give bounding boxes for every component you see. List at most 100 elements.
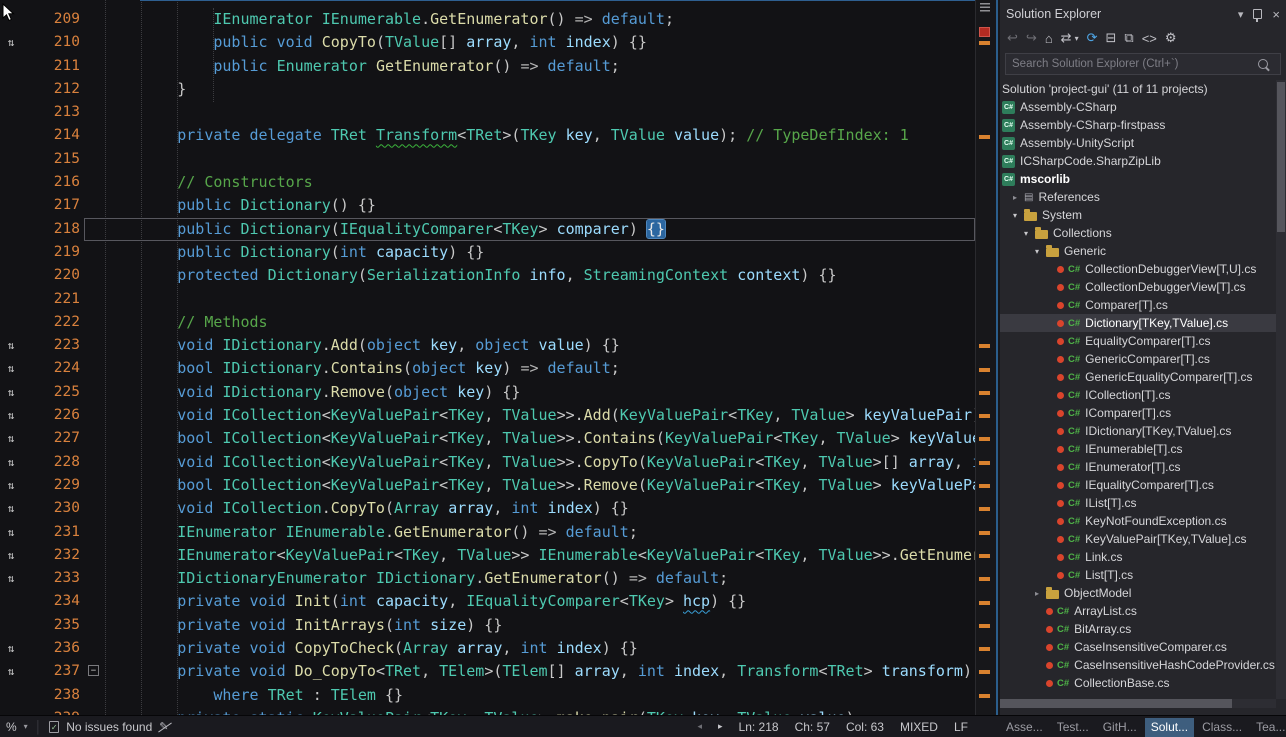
tree-item-collectiondebuggerview-t-cs[interactable]: C#CollectionDebuggerView[T].cs bbox=[1000, 278, 1276, 296]
gutter-arrows-icon[interactable]: ⇅ bbox=[0, 637, 22, 660]
code-line-215[interactable]: 215 bbox=[0, 148, 975, 171]
code-line-214[interactable]: 214 private delegate TRet Transform<TRet… bbox=[0, 124, 975, 147]
code-line-239[interactable]: 239 private static KeyValuePair<TKey, TV… bbox=[0, 707, 975, 715]
copy-button[interactable]: ⧉ bbox=[1124, 30, 1133, 46]
gutter-arrows-icon[interactable]: ⇅ bbox=[0, 497, 22, 520]
code-line-229[interactable]: ⇅229 bool ICollection<KeyValuePair<TKey,… bbox=[0, 474, 975, 497]
code-line-211[interactable]: 211 public Enumerator GetEnumerator() =>… bbox=[0, 55, 975, 78]
fold-collapse-icon[interactable]: − bbox=[88, 665, 99, 676]
editor-scrollbar[interactable] bbox=[975, 0, 993, 715]
tree-item-generic[interactable]: ▾Generic bbox=[1000, 242, 1276, 260]
gutter-arrows-icon[interactable]: ⇅ bbox=[0, 381, 22, 404]
tree-item-equalitycomparer-t-cs[interactable]: C#EqualityComparer[T].cs bbox=[1000, 332, 1276, 350]
forward-button[interactable]: ↪ bbox=[1026, 30, 1037, 46]
gutter-arrows-icon[interactable]: ⇅ bbox=[0, 474, 22, 497]
tree-horizontal-scrollbar[interactable] bbox=[1000, 699, 1276, 708]
code-line-227[interactable]: ⇅227 bool ICollection<KeyValuePair<TKey,… bbox=[0, 427, 975, 450]
tree-item-caseinsensitivehashcodeprovider-cs[interactable]: C#CaseInsensitiveHashCodeProvider.cs bbox=[1000, 656, 1276, 674]
search-input[interactable] bbox=[1006, 58, 1258, 70]
gutter-arrows-icon[interactable]: ⇅ bbox=[0, 521, 22, 544]
code-line-234[interactable]: 234 private void Init(int capacity, IEqu… bbox=[0, 590, 975, 613]
panel-splitter[interactable] bbox=[993, 0, 1000, 715]
gutter-arrows-icon[interactable]: ⇅ bbox=[0, 544, 22, 567]
code-line-231[interactable]: ⇅231 IEnumerator IEnumerable.GetEnumerat… bbox=[0, 521, 975, 544]
code-line-223[interactable]: ⇅223 void IDictionary.Add(object key, ob… bbox=[0, 334, 975, 357]
tree-item-genericequalitycomparer-t-cs[interactable]: C#GenericEqualityComparer[T].cs bbox=[1000, 368, 1276, 386]
code-line-235[interactable]: 235 private void InitArrays(int size) {} bbox=[0, 614, 975, 637]
tree-item-iequalitycomparer-t-cs[interactable]: C#IEqualityComparer[T].cs bbox=[1000, 476, 1276, 494]
tree-item-mscorlib[interactable]: C#mscorlib bbox=[1000, 170, 1276, 188]
encoding-indicator[interactable]: MIXED bbox=[900, 720, 938, 734]
tree-item-keynotfoundexception-cs[interactable]: C#KeyNotFoundException.cs bbox=[1000, 512, 1276, 530]
zoom-control[interactable]: % bbox=[6, 720, 17, 734]
dropdown-caret-icon[interactable]: ▾ bbox=[1075, 34, 1079, 43]
tree-item-ienumerator-t-cs[interactable]: C#IEnumerator[T].cs bbox=[1000, 458, 1276, 476]
tool-tab-asse[interactable]: Asse... bbox=[1000, 718, 1049, 737]
code-line-225[interactable]: ⇅225 void IDictionary.Remove(object key)… bbox=[0, 381, 975, 404]
tree-item-idictionary-tkey-tvalue-cs[interactable]: C#IDictionary[TKey,TValue].cs bbox=[1000, 422, 1276, 440]
refresh-button[interactable]: ⟳ bbox=[1087, 30, 1098, 46]
tree-vertical-scrollbar[interactable] bbox=[1276, 80, 1286, 699]
scroll-left-icon[interactable]: ◂ bbox=[697, 721, 702, 732]
tree-item-collections[interactable]: ▾Collections bbox=[1000, 224, 1276, 242]
collapsed-arrow-icon[interactable]: ▸ bbox=[1035, 589, 1046, 598]
tree-item-system[interactable]: ▾System bbox=[1000, 206, 1276, 224]
code-line-210[interactable]: ⇅210 public void CopyTo(TValue[] array, … bbox=[0, 31, 975, 54]
tree-item-ienumerable-t-cs[interactable]: C#IEnumerable[T].cs bbox=[1000, 440, 1276, 458]
tree-item-ilist-t-cs[interactable]: C#IList[T].cs bbox=[1000, 494, 1276, 512]
code-line-212[interactable]: 212 } bbox=[0, 78, 975, 101]
tree-item-icollection-t-cs[interactable]: C#ICollection[T].cs bbox=[1000, 386, 1276, 404]
gutter-arrows-icon[interactable]: ⇅ bbox=[0, 451, 22, 474]
view-code-button[interactable]: <> bbox=[1142, 31, 1157, 46]
tree-item-assembly-csharp-firstpass[interactable]: C#Assembly-CSharp-firstpass bbox=[1000, 116, 1276, 134]
tree-item-solution-project-gui-11-of-11-projects[interactable]: Solution 'project-gui' (11 of 11 project… bbox=[1000, 80, 1276, 98]
code-line-236[interactable]: ⇅236 private void CopyToCheck(Array arra… bbox=[0, 637, 975, 660]
expanded-arrow-icon[interactable]: ▾ bbox=[1013, 211, 1024, 220]
code-line-219[interactable]: 219 public Dictionary(int capacity) {} bbox=[0, 241, 975, 264]
tree-item-assembly-unityscript[interactable]: C#Assembly-UnityScript bbox=[1000, 134, 1276, 152]
window-menu-icon[interactable]: ▾ bbox=[1238, 8, 1244, 21]
home-button[interactable]: ⌂ bbox=[1045, 31, 1053, 46]
back-button[interactable]: ↩ bbox=[1007, 30, 1018, 46]
tree-item-collectiondebuggerview-t-u-cs[interactable]: C#CollectionDebuggerView[T,U].cs bbox=[1000, 260, 1276, 278]
gutter-arrows-icon[interactable]: ⇅ bbox=[0, 31, 22, 54]
code-line-220[interactable]: 220 protected Dictionary(SerializationIn… bbox=[0, 264, 975, 287]
code-line-224[interactable]: ⇅224 bool IDictionary.Contains(object ke… bbox=[0, 357, 975, 380]
code-line-238[interactable]: 238 where TRet : TElem {} bbox=[0, 684, 975, 707]
code-line-217[interactable]: 217 public Dictionary() {} bbox=[0, 194, 975, 217]
tool-tab-solut[interactable]: Solut... bbox=[1145, 718, 1194, 737]
tree-item-arraylist-cs[interactable]: C#ArrayList.cs bbox=[1000, 602, 1276, 620]
zoom-caret-icon[interactable]: ▾ bbox=[24, 722, 28, 731]
code-line-221[interactable]: 221 bbox=[0, 288, 975, 311]
code-line-213[interactable]: 213 bbox=[0, 101, 975, 124]
solution-explorer-titlebar[interactable]: Solution Explorer ▾ × bbox=[1000, 0, 1286, 26]
code-line-230[interactable]: ⇅230 void ICollection.CopyTo(Array array… bbox=[0, 497, 975, 520]
line-indicator[interactable]: Ln: 218 bbox=[739, 720, 779, 734]
char-indicator[interactable]: Ch: 57 bbox=[795, 720, 830, 734]
gutter-arrows-icon[interactable]: ⇅ bbox=[0, 660, 22, 683]
sync-with-active-document-button[interactable]: ⇄ bbox=[1061, 30, 1072, 46]
tree-item-icomparer-t-cs[interactable]: C#IComparer[T].cs bbox=[1000, 404, 1276, 422]
code-line-233[interactable]: ⇅233 IDictionaryEnumerator IDictionary.G… bbox=[0, 567, 975, 590]
gutter-arrows-icon[interactable]: ⇅ bbox=[0, 567, 22, 590]
tool-tab-class[interactable]: Class... bbox=[1196, 718, 1248, 737]
column-indicator[interactable]: Col: 63 bbox=[846, 720, 884, 734]
issues-status[interactable]: No issues found bbox=[66, 720, 152, 734]
tree-item-list-t-cs[interactable]: C#List[T].cs bbox=[1000, 566, 1276, 584]
gutter-arrows-icon[interactable]: ⇅ bbox=[0, 334, 22, 357]
tree-item-caseinsensitivecomparer-cs[interactable]: C#CaseInsensitiveComparer.cs bbox=[1000, 638, 1276, 656]
tree-item-references[interactable]: ▸▤References bbox=[1000, 188, 1276, 206]
expanded-arrow-icon[interactable]: ▾ bbox=[1024, 229, 1035, 238]
code-editor[interactable]: 209 IEnumerator IEnumerable.GetEnumerato… bbox=[0, 0, 975, 715]
tree-item-link-cs[interactable]: C#Link.cs bbox=[1000, 548, 1276, 566]
scroll-thumb[interactable] bbox=[1277, 82, 1285, 232]
tool-tab-tea[interactable]: Tea... bbox=[1250, 718, 1286, 737]
code-line-237[interactable]: ⇅237− private void Do_CopyTo<TRet, TElem… bbox=[0, 660, 975, 683]
collapse-all-button[interactable]: ⊟ bbox=[1106, 30, 1117, 46]
tree-item-comparer-t-cs[interactable]: C#Comparer[T].cs bbox=[1000, 296, 1276, 314]
code-line-228[interactable]: ⇅228 void ICollection<KeyValuePair<TKey,… bbox=[0, 451, 975, 474]
tree-item-icsharpcode-sharpziplib[interactable]: C#ICSharpCode.SharpZipLib bbox=[1000, 152, 1276, 170]
tool-tab-gith[interactable]: GitH... bbox=[1097, 718, 1143, 737]
tree-item-dictionary-tkey-tvalue-cs[interactable]: C#Dictionary[TKey,TValue].cs bbox=[1000, 314, 1276, 332]
line-ending-indicator[interactable]: LF bbox=[954, 720, 968, 734]
